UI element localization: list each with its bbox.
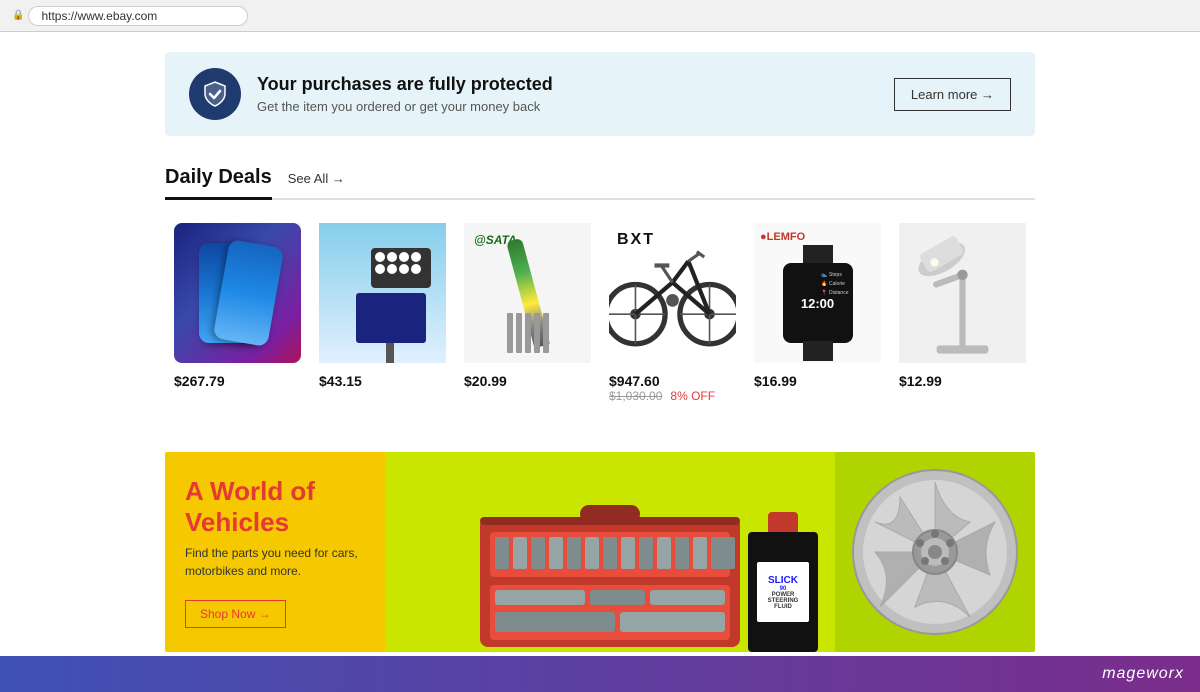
product-image-watch: ●LEMFO 12:00 👟 Steps 🔥 Calorie 📍 Distanc… [754,223,881,363]
oil-description: POWERSTEERINGFLUID [768,592,799,610]
tool-kit-svg [470,457,750,652]
products-grid: $267.79 [165,214,1035,412]
solar-dot [399,252,409,262]
banner-title: Your purchases are fully protected [257,74,553,95]
bicycle-price-row: $947.60 [609,373,736,389]
deals-header: Daily Deals See All → [165,166,1035,200]
protection-banner: Your purchases are fully protected Get t… [165,52,1035,136]
watch-calorie: 🔥 Calorie [821,280,848,289]
product-image-solar [319,223,446,363]
banner-text: Your purchases are fully protected Get t… [257,74,553,114]
lamp-price: $12.99 [899,373,942,389]
product-image-screwdriver: @SATA [464,223,591,363]
lemfo-brand-label: ●LEMFO [760,231,805,243]
watch-visual: ●LEMFO 12:00 👟 Steps 🔥 Calorie 📍 Distanc… [754,223,881,363]
oil-body: SLICK 90 POWERSTEERINGFLUID [748,532,818,652]
vehicles-text: A World of Vehicles Find the parts you n… [185,476,365,592]
product-image-phone [174,223,301,363]
vehicles-left-panel: A World of Vehicles Find the parts you n… [165,452,385,652]
watch-steps: 👟 Steps [821,271,848,280]
product-item-bicycle[interactable]: BXT [600,214,745,412]
oil-brand: SLICK [768,575,798,586]
solar-visual [319,223,446,363]
oil-label: SLICK 90 POWERSTEERINGFLUID [757,562,809,622]
bxt-brand-label: BXT [617,231,655,249]
browser-bar: 🔒 https://www.ebay.com [0,0,1200,32]
solar-dot [387,252,397,262]
vehicles-center-panel: SLICK 90 POWERSTEERINGFLUID [385,452,835,652]
product-item-solar-light[interactable]: $43.15 [310,214,455,412]
solar-dot [411,252,421,262]
solar-dot [375,252,385,262]
watch-info: 👟 Steps 🔥 Calorie 📍 Distance [821,271,848,298]
product-image-lamp [899,223,1026,363]
footer-bar: mageworx [0,656,1200,692]
vehicles-right-panel [835,452,1035,652]
watch-face: 12:00 👟 Steps 🔥 Calorie 📍 Distance [783,263,853,343]
bike-visual: BXT [609,223,736,363]
shield-check-icon [201,80,229,108]
bicycle-price: $947.60 [609,373,660,389]
solar-dot [375,264,385,274]
banner-left: Your purchases are fully protected Get t… [189,68,553,120]
banner-subtitle: Get the item you ordered or get your mon… [257,99,553,114]
watch-container: 12:00 👟 Steps 🔥 Calorie 📍 Distance [783,263,853,343]
phone-price: $267.79 [174,373,225,389]
bicycle-discount: 8% OFF [670,389,715,403]
bicycle-old-price-row: $1,030.00 8% OFF [609,389,736,403]
lamp-svg [899,223,1026,363]
hubcap-svg [850,467,1020,637]
bicycle-original-price: $1,030.00 [609,389,662,403]
phone-price-row: $267.79 [174,373,301,389]
page-content: Your purchases are fully protected Get t… [150,52,1050,652]
lamp-price-row: $12.99 [899,373,1026,389]
screwdriver-visual: @SATA [464,223,591,363]
watch-price: $16.99 [754,373,797,389]
url-bar[interactable]: https://www.ebay.com [28,6,248,26]
phone-visual [174,223,301,363]
solar-dots [371,248,431,278]
shop-now-button[interactable]: Shop Now → [185,600,286,628]
solar-dot [399,264,409,274]
watch-strap-top [803,245,833,265]
screwdriver-price: $20.99 [464,373,507,389]
bit [507,313,513,353]
solar-light-head [371,248,431,288]
mageworx-logo: mageworx [1102,665,1184,683]
bit [534,313,540,353]
bit [543,313,549,353]
bit [525,313,531,353]
product-item-phone[interactable]: $267.79 [165,214,310,412]
product-item-screwdriver[interactable]: @SATA $20.99 [455,214,600,412]
product-item-watch[interactable]: ●LEMFO 12:00 👟 Steps 🔥 Calorie 📍 Distanc… [745,214,890,412]
product-image-bicycle: BXT [609,223,736,363]
solar-dot [411,264,421,274]
vehicles-subtitle: Find the parts you need for cars, motorb… [185,544,365,580]
solar-dot [387,264,397,274]
oil-bottle-container: SLICK 90 POWERSTEERINGFLUID [748,512,818,652]
shield-circle [189,68,241,120]
bit-row [507,313,549,353]
deals-title: Daily Deals [165,166,272,200]
solar-price: $43.15 [319,373,362,389]
watch-price-row: $16.99 [754,373,881,389]
solar-panel [356,293,426,343]
oil-cap [768,512,798,532]
vehicles-banner: A World of Vehicles Find the parts you n… [165,452,1035,652]
product-item-lamp[interactable]: $12.99 [890,214,1035,412]
see-all-link[interactable]: See All → [288,171,345,186]
watch-strap-bottom [803,341,833,361]
lock-icon: 🔒 [12,10,24,21]
solar-price-row: $43.15 [319,373,446,389]
bit [516,313,522,353]
screwdriver-price-row: $20.99 [464,373,591,389]
learn-more-button[interactable]: Learn more → [894,78,1011,111]
watch-distance: 📍 Distance [821,289,848,298]
lamp-visual [899,223,1026,363]
vehicles-title: A World of Vehicles [185,476,365,538]
daily-deals-section: Daily Deals See All → $267.79 [165,156,1035,432]
